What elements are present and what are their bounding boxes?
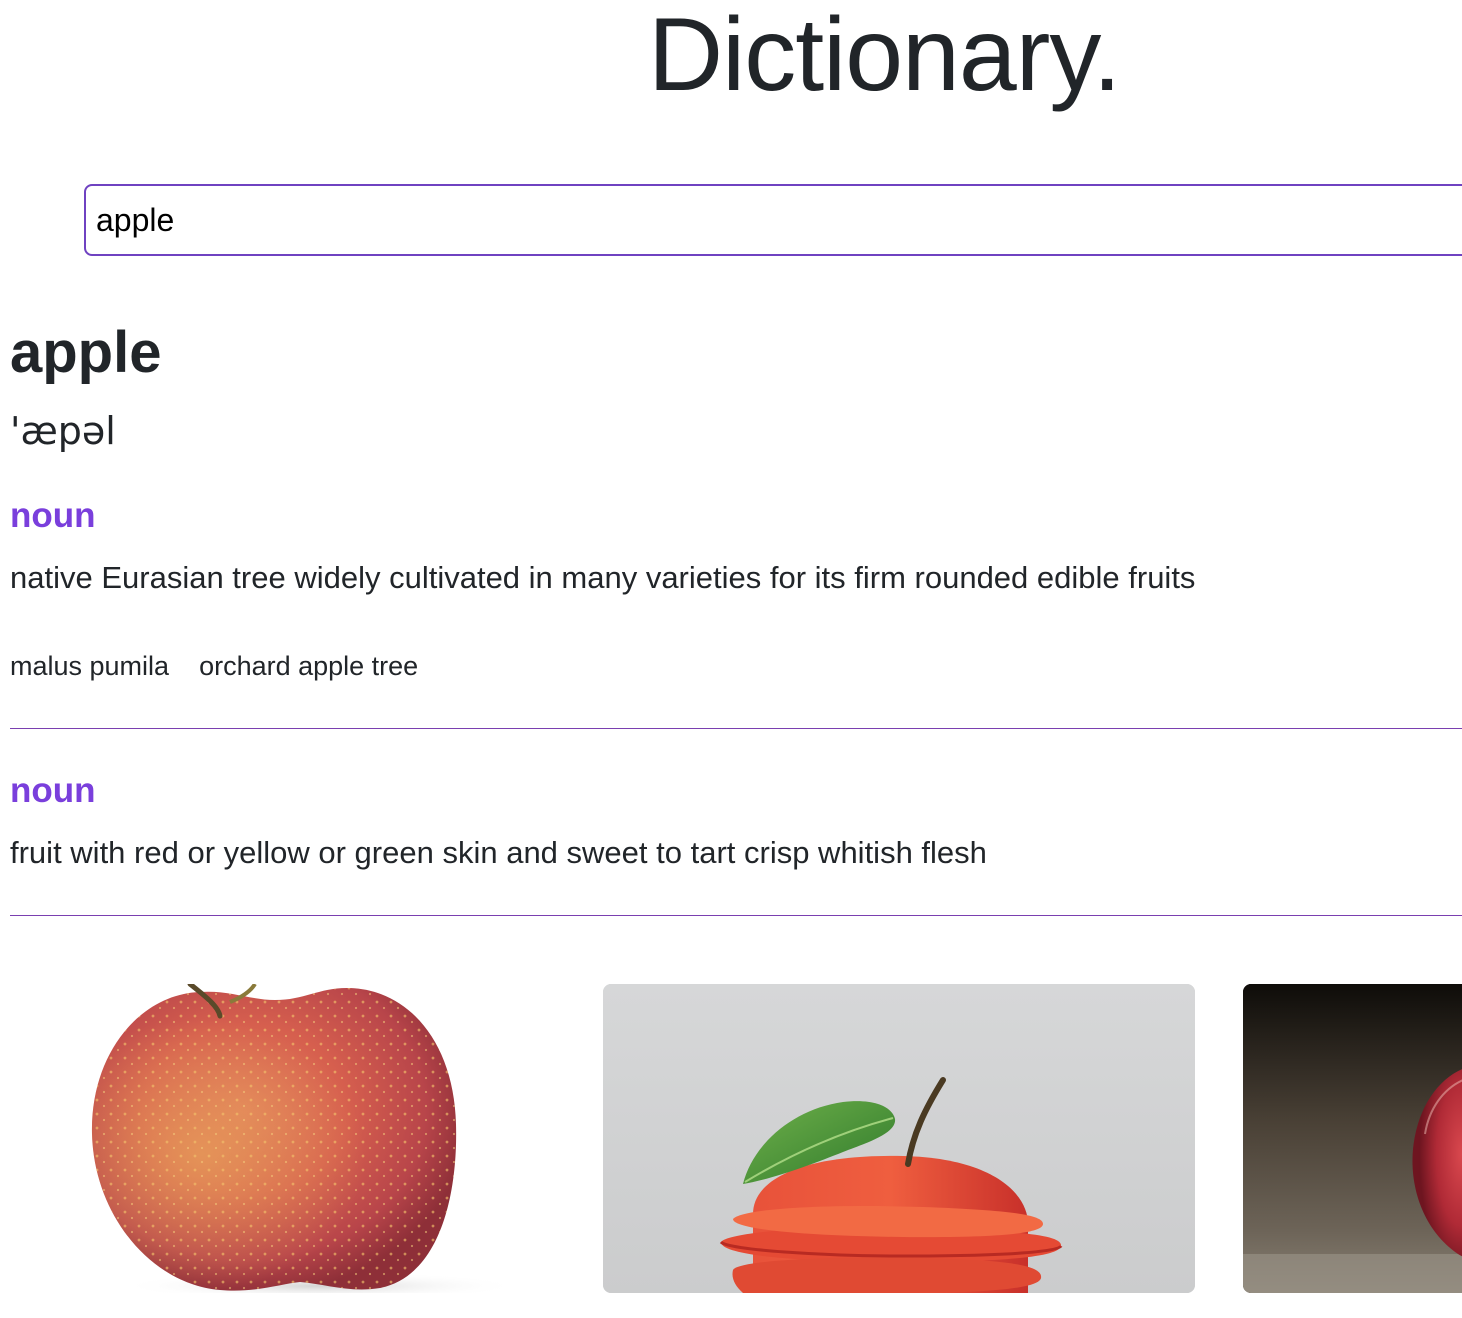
part-of-speech: noun — [10, 771, 96, 810]
part-of-speech: noun — [10, 496, 96, 535]
apple-photo — [80, 984, 550, 1293]
synonym-item: malus pumila — [10, 651, 170, 681]
meaning-section: noun fruit with red or yellow or green s… — [10, 769, 1462, 873]
dictionary-page: Dictionary. apple 'æpəl noun native Eura… — [0, 0, 1462, 1318]
definition-text: native Eurasian tree widely cultivated i… — [10, 560, 1196, 595]
entry-phonetic: 'æpəl — [10, 409, 116, 453]
app-title: Dictionary. — [648, 0, 1122, 113]
sliced-apple-image — [603, 984, 1195, 1293]
apple-photo — [603, 984, 1195, 1293]
meaning-section: noun native Eurasian tree widely cultiva… — [10, 494, 1462, 684]
synonyms-list: malus pumila orchard apple tree — [10, 648, 1462, 684]
dark-apple-image — [1243, 984, 1462, 1293]
search-input[interactable] — [84, 184, 1462, 256]
synonym-item: orchard apple tree — [199, 651, 419, 681]
entry-word: apple — [10, 320, 162, 385]
meaning-divider — [10, 915, 1462, 916]
apple-photo — [1243, 984, 1462, 1293]
meaning-divider — [10, 728, 1462, 729]
definition-text: fruit with red or yellow or green skin a… — [10, 835, 987, 870]
apple-image — [91, 984, 520, 1293]
